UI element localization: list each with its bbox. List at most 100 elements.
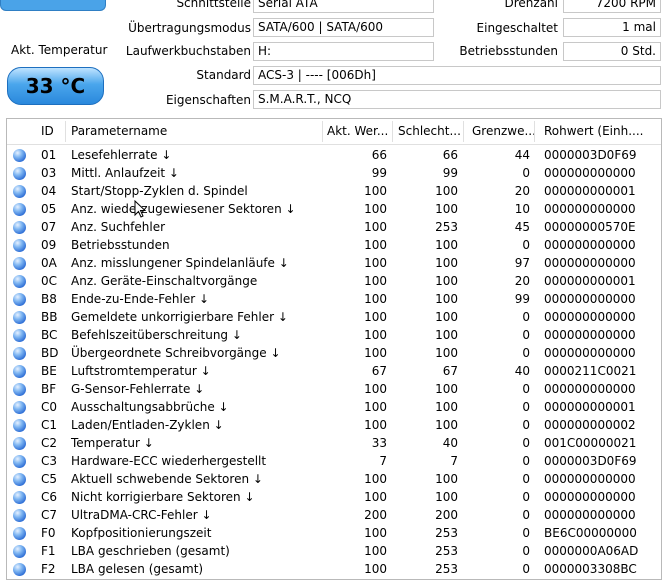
- cell-threshold: 0: [522, 382, 530, 396]
- power-on-count-label: Eingeschaltet: [476, 21, 558, 35]
- table-row[interactable]: C7 UltraDMA-CRC-Fehler ↓ 200 200 0 0000000000…: [7, 506, 661, 524]
- table-row[interactable]: BD Übergeordnete Schreibvorgänge ↓ 100 100 0…: [7, 344, 661, 362]
- cell-current-value: 33: [371, 436, 387, 450]
- table-row[interactable]: C2 Temperatur ↓ 33 40 0 001C00000021: [7, 434, 661, 452]
- cell-worst-value: 253: [435, 562, 458, 576]
- status-ball-icon: [13, 545, 26, 558]
- cell-current-value: 66: [371, 148, 387, 162]
- interface-field: Serial ATA: [253, 0, 434, 13]
- table-row[interactable]: BC Befehlszeitüberschreitung ↓ 100 100 0 0000…: [7, 326, 661, 344]
- cell-threshold: 0: [522, 166, 530, 180]
- cell-raw-value: 0000003308BC: [544, 562, 637, 576]
- table-row[interactable]: C0 Ausschaltungsabbrüche ↓ 100 100 0 00000000…: [7, 398, 661, 416]
- cell-parameter-name: Gemeldete unkorrigierbare Fehler ↓: [71, 310, 288, 324]
- table-row[interactable]: C3 Hardware-ECC wiederhergestellt 7 7 0 00000…: [7, 452, 661, 470]
- status-ball-icon: [13, 563, 26, 576]
- cell-parameter-name: Temperatur ↓: [71, 436, 154, 450]
- cell-parameter-name: Anz. wiederzugewiesener Sektoren ↓: [71, 202, 296, 216]
- cell-parameter-name: Nicht korrigierbare Sektoren ↓: [71, 490, 255, 504]
- status-ball-icon: [13, 509, 26, 522]
- cell-parameter-name: Ende-zu-Ende-Fehler ↓: [71, 292, 210, 306]
- table-row[interactable]: C5 Aktuell schwebende Sektoren ↓ 100 100 0 00…: [7, 470, 661, 488]
- cell-id: BF: [41, 382, 57, 396]
- table-row[interactable]: F0 Kopfpositionierungszeit 100 253 0 BE6C0000…: [7, 524, 661, 542]
- status-ball-icon: [13, 455, 26, 468]
- cell-threshold: 0: [522, 400, 530, 414]
- table-row[interactable]: 07 Anz. Suchfehler 100 253 45 00000000570E: [7, 218, 661, 236]
- cell-parameter-name: Ausschaltungsabbrüche ↓: [71, 400, 229, 414]
- cell-parameter-name: UltraDMA-CRC-Fehler ↓: [71, 508, 212, 522]
- status-ball-icon: [13, 329, 26, 342]
- table-row[interactable]: 0C Anz. Geräte-Einschaltvorgänge 100 100 20 0…: [7, 272, 661, 290]
- cell-current-value: 100: [364, 490, 387, 504]
- table-row[interactable]: F1 LBA geschrieben (gesamt) 100 253 0 0000000…: [7, 542, 661, 560]
- mouse-cursor-icon: [134, 200, 146, 218]
- table-row[interactable]: 03 Mittl. Anlaufzeit ↓ 99 99 0 000000000000: [7, 164, 661, 182]
- cell-parameter-name: Betriebsstunden: [71, 238, 170, 252]
- table-row[interactable]: 05 Anz. wiederzugewiesener Sektoren ↓ 100 1…: [7, 200, 661, 218]
- smart-attribute-table[interactable]: ID Parametername Akt. Wer... Schlecht...…: [6, 118, 662, 580]
- cell-worst-value: 99: [442, 166, 458, 180]
- interface-label: Schnittstelle: [176, 0, 251, 10]
- cell-raw-value: 000000000001: [544, 274, 636, 288]
- cell-threshold: 20: [514, 184, 530, 198]
- cell-id: 05: [41, 202, 57, 216]
- drive-letter-field: H:: [253, 42, 434, 61]
- power-on-hours-label: Betriebsstunden: [459, 44, 558, 58]
- status-ball-icon: [13, 437, 26, 450]
- rpm-label: Drehzahl: [504, 0, 559, 10]
- cell-threshold: 20: [514, 274, 530, 288]
- header-id[interactable]: ID: [37, 119, 65, 144]
- table-row[interactable]: 01 Lesefehlerrate ↓ 66 66 44 0000003D0F69: [7, 146, 661, 164]
- cell-raw-value: 000000000000: [544, 328, 636, 342]
- cell-id: 0C: [41, 274, 58, 288]
- table-row[interactable]: 0A Anz. misslungener Spindelanläufe ↓ 100 1…: [7, 254, 661, 272]
- status-ball-icon: [13, 473, 26, 486]
- cell-current-value: 100: [364, 184, 387, 198]
- temperature-display[interactable]: 33 °C: [7, 67, 104, 105]
- cell-current-value: 100: [364, 562, 387, 576]
- cell-raw-value: 000000000002: [544, 418, 636, 432]
- cell-current-value: 100: [364, 310, 387, 324]
- table-row[interactable]: BE Luftstromtemperatur ↓ 67 67 40 0000211C002…: [7, 362, 661, 380]
- header-worst-value[interactable]: Schlecht...: [394, 119, 462, 144]
- cell-threshold: 0: [522, 544, 530, 558]
- standard-label: Standard: [196, 68, 251, 82]
- table-row[interactable]: BF G-Sensor-Fehlerrate ↓ 100 100 0 0000000000…: [7, 380, 661, 398]
- cell-current-value: 100: [364, 382, 387, 396]
- table-row[interactable]: 04 Start/Stopp-Zyklen d. Spindel 100 100 20 0…: [7, 182, 661, 200]
- cell-parameter-name: Luftstromtemperatur ↓: [71, 364, 211, 378]
- features-label: Eigenschaften: [165, 93, 251, 107]
- table-row[interactable]: C6 Nicht korrigierbare Sektoren ↓ 100 100 0 0…: [7, 488, 661, 506]
- status-ball-icon: [13, 203, 26, 216]
- header-current-value[interactable]: Akt. Wer...: [323, 119, 391, 144]
- header-raw-value[interactable]: Rohwert (Einh....: [540, 119, 661, 144]
- cell-id: C1: [41, 418, 58, 432]
- cell-threshold: 0: [522, 328, 530, 342]
- cell-parameter-name: LBA gelesen (gesamt): [71, 562, 204, 576]
- cell-threshold: 0: [522, 418, 530, 432]
- table-row[interactable]: F2 LBA gelesen (gesamt) 100 253 0 0000003308B…: [7, 560, 661, 578]
- cell-id: 03: [41, 166, 57, 180]
- header-threshold[interactable]: Grenzwe...: [468, 119, 534, 144]
- cell-raw-value: 000000000001: [544, 184, 636, 198]
- health-status-button[interactable]: Gut: [0, 0, 106, 11]
- cell-parameter-name: LBA geschrieben (gesamt): [71, 544, 230, 558]
- header-parameter-name[interactable]: Parametername: [67, 119, 322, 144]
- table-row[interactable]: C1 Laden/Entladen-Zyklen ↓ 100 100 0 00000000…: [7, 416, 661, 434]
- cell-worst-value: 100: [435, 346, 458, 360]
- cell-id: F1: [41, 544, 56, 558]
- cell-raw-value: 0000000A06AD: [544, 544, 639, 558]
- table-row[interactable]: 09 Betriebsstunden 100 100 0 000000000000: [7, 236, 661, 254]
- table-row[interactable]: B8 Ende-zu-Ende-Fehler ↓ 100 100 99 000000000…: [7, 290, 661, 308]
- rpm-field: 7200 RPM: [563, 0, 661, 13]
- cell-raw-value: 000000000000: [544, 310, 636, 324]
- status-ball-icon: [13, 419, 26, 432]
- cell-current-value: 100: [364, 202, 387, 216]
- power-on-count-field: 1 mal: [563, 18, 661, 37]
- table-row[interactable]: BB Gemeldete unkorrigierbare Fehler ↓ 100 1…: [7, 308, 661, 326]
- cell-parameter-name: Aktuell schwebende Sektoren ↓: [71, 472, 263, 486]
- status-ball-icon: [13, 221, 26, 234]
- cell-id: C3: [41, 454, 58, 468]
- cell-threshold: 0: [522, 562, 530, 576]
